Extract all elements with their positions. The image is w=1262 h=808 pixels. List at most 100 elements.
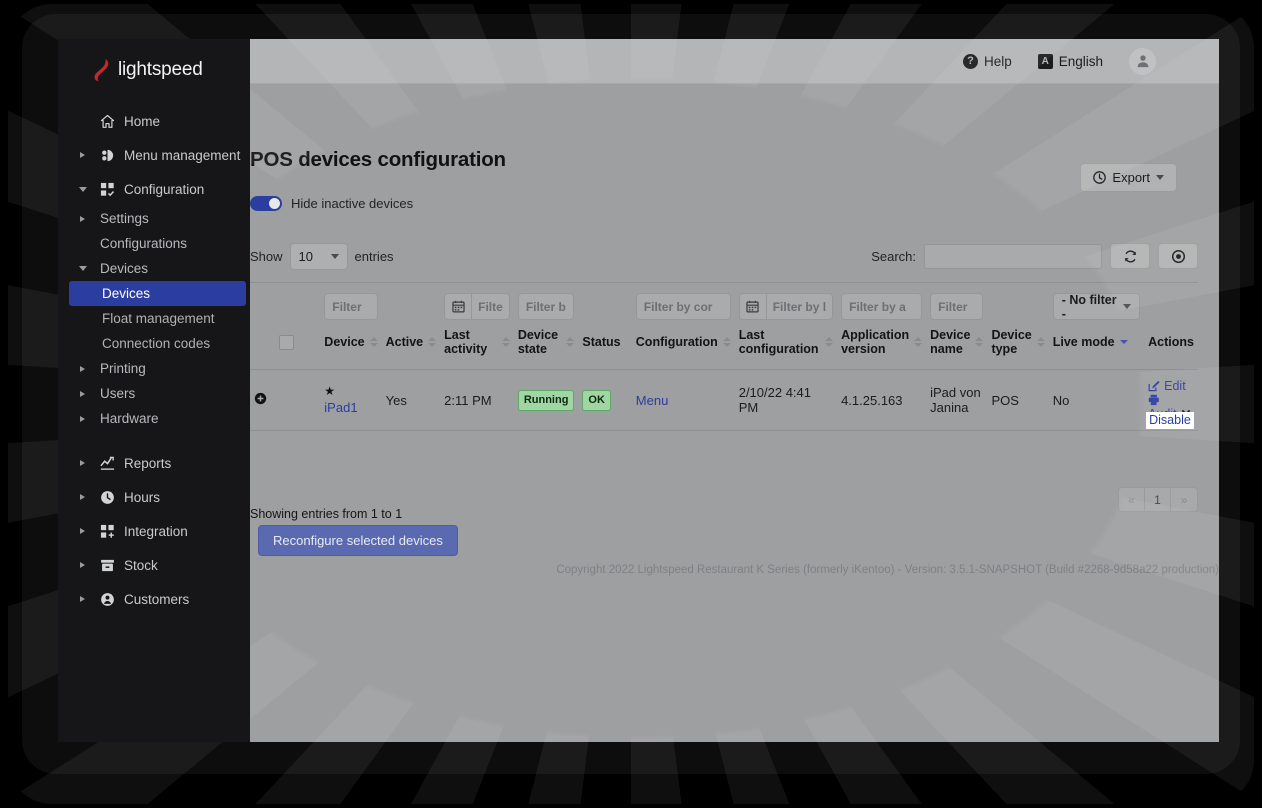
- sidebar-item-stock[interactable]: Stock: [58, 548, 250, 582]
- sidebar-item-devices-active[interactable]: Devices: [69, 281, 246, 306]
- filter-date-input[interactable]: Filte: [444, 293, 510, 320]
- table-row: ★ iPad1 Yes 2:11 PM Running OK Menu 2/10/22 4:4…: [250, 369, 1198, 431]
- sidebar-nav: Home Menu management Configuration Settings…: [58, 104, 250, 616]
- hours-icon: [99, 489, 115, 505]
- sort-icon[interactable]: [369, 337, 378, 347]
- page-length-select[interactable]: 10: [289, 243, 348, 270]
- chevron-right-icon: [80, 596, 85, 602]
- sort-icon[interactable]: [975, 337, 984, 347]
- help-button[interactable]: ? Help: [962, 53, 1012, 69]
- column-header-device-state[interactable]: Device state: [514, 324, 579, 370]
- sort-icon[interactable]: [722, 337, 731, 347]
- filter-text-9: Filter by a: [837, 283, 926, 324]
- column-header-device-type[interactable]: Device type: [987, 324, 1048, 370]
- filter-cell-empty: [250, 283, 275, 324]
- brand-logo[interactable]: lightspeed: [58, 39, 250, 85]
- sort-icon[interactable]: [428, 337, 437, 347]
- pagination-page-1[interactable]: 1: [1145, 488, 1171, 511]
- cell-actions: EditAuditDisable: [1144, 370, 1198, 431]
- sidebar-item-hours[interactable]: Hours: [58, 480, 250, 514]
- sidebar-item-printing[interactable]: Printing: [58, 356, 250, 381]
- hide-inactive-devices-toggle[interactable]: [250, 196, 282, 211]
- pagination-next[interactable]: »: [1171, 488, 1197, 511]
- calendar-icon: [740, 294, 767, 319]
- sidebar-item-home[interactable]: Home: [58, 104, 250, 138]
- sidebar-item-integration[interactable]: Integration: [58, 514, 250, 548]
- edit-label: Edit: [1164, 379, 1186, 393]
- filter-date-input[interactable]: Filter by l: [738, 293, 834, 320]
- filter-text-input[interactable]: Filter by cor: [635, 293, 731, 320]
- topbar: ? Help A English: [250, 39, 1219, 84]
- search-controls: Search:: [871, 243, 1198, 269]
- language-label: English: [1058, 53, 1103, 69]
- cell-last-activity: 2:11 PM: [444, 392, 492, 408]
- favourite-star-icon[interactable]: ★: [324, 385, 377, 397]
- disable-tooltip[interactable]: Disable: [1146, 412, 1194, 429]
- hide-inactive-devices-row: Hide inactive devices: [250, 196, 413, 211]
- chevron-right-icon: [80, 415, 85, 422]
- user-avatar-button[interactable]: [1129, 47, 1156, 75]
- filter-placeholder: Filter by l: [772, 299, 827, 314]
- page-length-controls: Show 10 entries: [250, 243, 394, 270]
- column-header-configuration[interactable]: Configuration: [632, 324, 735, 370]
- column-header-application-version[interactable]: Application version: [837, 324, 926, 370]
- help-icon: ?: [962, 53, 978, 69]
- reconfigure-selected-devices-button[interactable]: Reconfigure selected devices: [258, 525, 458, 556]
- column-header-last-configuration[interactable]: Last configuration: [735, 324, 837, 370]
- page-length-value: 10: [298, 249, 313, 264]
- print-action[interactable]: [1148, 394, 1194, 406]
- sidebar-item-devices[interactable]: Devices: [58, 256, 250, 281]
- filter-text-input[interactable]: Filter by a: [841, 293, 923, 320]
- sidebar-item-float-management[interactable]: Float management: [58, 306, 250, 331]
- column-header-device-name[interactable]: Device name: [926, 324, 987, 370]
- column-header-empty: [250, 324, 275, 370]
- live-mode-filter-select[interactable]: - No filter -: [1052, 293, 1141, 321]
- row-expand-cell[interactable]: [250, 370, 275, 431]
- column-header-label: Device: [324, 335, 365, 349]
- sort-icon[interactable]: [1036, 337, 1045, 347]
- sidebar-item-configurations[interactable]: Configurations: [58, 231, 250, 256]
- select-all-checkbox[interactable]: [278, 334, 294, 350]
- sort-icon[interactable]: [914, 337, 923, 347]
- filter-text-input[interactable]: Filter: [930, 293, 984, 320]
- sidebar-item-connection-codes[interactable]: Connection codes: [58, 331, 250, 356]
- column-header-status: Status: [578, 324, 631, 370]
- sidebar-item-menu-management[interactable]: Menu management: [58, 138, 250, 172]
- configuration-link[interactable]: Menu: [636, 393, 669, 408]
- sidebar-item-hardware[interactable]: Hardware: [58, 406, 250, 431]
- refresh-button[interactable]: [1110, 243, 1150, 269]
- sidebar-item-users[interactable]: Users: [58, 381, 250, 406]
- language-selector[interactable]: A English: [1037, 53, 1103, 69]
- sort-icon[interactable]: [1119, 340, 1128, 344]
- device-link[interactable]: iPad1: [324, 400, 377, 415]
- sidebar-item-reports[interactable]: Reports: [58, 446, 250, 480]
- column-header-live-mode[interactable]: Live mode: [1049, 324, 1144, 370]
- pagination-prev[interactable]: «: [1119, 488, 1145, 511]
- sort-icon[interactable]: [501, 337, 510, 347]
- search-input[interactable]: [924, 243, 1102, 269]
- page-title: POS devices configuration: [250, 147, 506, 171]
- sidebar-item-label: Stock: [124, 557, 158, 573]
- sidebar-item-customers[interactable]: Customers: [58, 582, 250, 616]
- sidebar-item-settings[interactable]: Settings: [58, 206, 250, 231]
- table-header-row: Device Active Last activity Device state Sta…: [250, 324, 1198, 370]
- sidebar-item-label: Float management: [102, 311, 215, 326]
- stock-icon: [99, 557, 115, 573]
- export-button[interactable]: Export: [1080, 163, 1177, 192]
- column-header-last-activity[interactable]: Last activity: [440, 324, 514, 370]
- sort-icon[interactable]: [825, 337, 834, 347]
- settings-target-button[interactable]: [1158, 243, 1198, 269]
- edit-action[interactable]: Edit: [1148, 378, 1194, 394]
- filter-text-input[interactable]: Filter b: [517, 293, 575, 320]
- column-header-device[interactable]: Device: [320, 324, 381, 370]
- column-header-label: Device state: [517, 328, 559, 356]
- sidebar-item-label: Hours: [124, 489, 161, 505]
- sort-icon[interactable]: [566, 337, 575, 347]
- column-header-active[interactable]: Active: [382, 324, 441, 370]
- sidebar-item-configuration[interactable]: Configuration: [58, 172, 250, 206]
- sidebar-item-label: Devices: [102, 286, 151, 301]
- chevron-right-icon: [80, 528, 85, 534]
- filter-text-input[interactable]: Filter: [324, 293, 378, 320]
- show-label: Show: [250, 249, 283, 264]
- chevron-right-icon: [80, 215, 85, 222]
